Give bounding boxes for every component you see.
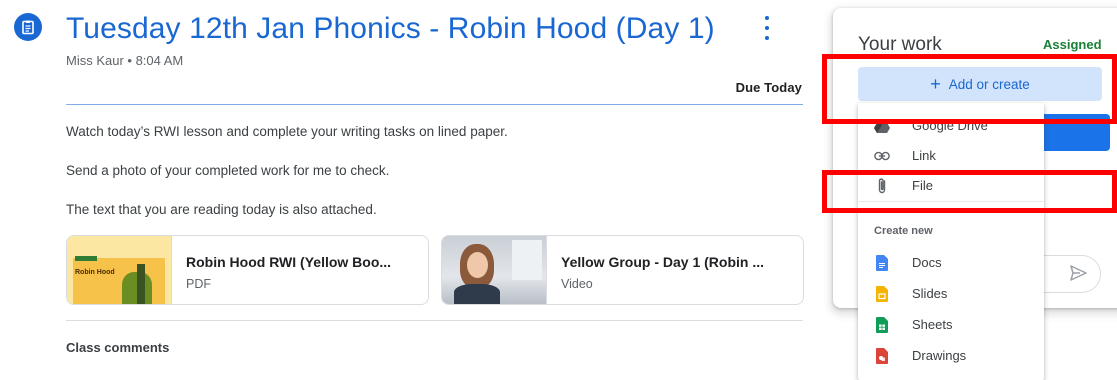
assignment-title: Tuesday 12th Jan Phonics - Robin Hood (D…: [66, 12, 715, 45]
attachment-type: Video: [561, 277, 593, 291]
sheets-icon: [874, 316, 890, 333]
pdf-thumbnail: Robin Hood: [67, 236, 172, 304]
highlight-file-option: [822, 170, 1117, 213]
menu-item-label: Link: [912, 148, 936, 163]
send-icon[interactable]: [1068, 263, 1088, 283]
menu-item-label: Sheets: [912, 317, 953, 332]
due-date: Due Today: [735, 80, 802, 95]
menu-item-link[interactable]: Link: [858, 140, 1044, 171]
attachment-card-video[interactable]: Yellow Group - Day 1 (Robin ... Video: [441, 235, 804, 305]
highlight-add-or-create: [822, 54, 1117, 124]
attachment-title: Robin Hood RWI (Yellow Boo...: [186, 254, 392, 270]
instruction-line-2: Send a photo of your completed work for …: [66, 163, 390, 178]
kebab-dot: [765, 16, 769, 20]
kebab-dot: [765, 36, 769, 40]
menu-item-docs[interactable]: Docs: [858, 247, 1044, 278]
attachment-card-pdf[interactable]: Robin Hood Robin Hood RWI (Yellow Boo...…: [66, 235, 429, 305]
header-divider: [66, 104, 803, 105]
link-icon: [874, 148, 890, 164]
drawings-icon: [874, 347, 890, 364]
video-thumbnail: [442, 236, 547, 304]
attachment-title: Yellow Group - Day 1 (Robin ...: [561, 254, 765, 270]
pdf-thumb-title: Robin Hood: [75, 269, 115, 276]
your-work-heading: Your work: [858, 34, 942, 55]
comments-divider: [66, 320, 803, 321]
menu-item-sheets[interactable]: Sheets: [858, 309, 1044, 340]
assignment-icon: [14, 13, 42, 41]
kebab-dot: [765, 26, 769, 30]
slides-icon: [874, 285, 890, 302]
status-badge: Assigned: [1043, 37, 1102, 52]
docs-icon: [874, 254, 890, 271]
attachment-type: PDF: [186, 277, 211, 291]
assignment-meta: Miss Kaur • 8:04 AM: [66, 53, 184, 68]
menu-item-drawings[interactable]: Drawings: [858, 340, 1044, 371]
menu-item-slides[interactable]: Slides: [858, 278, 1044, 309]
menu-item-label: Slides: [912, 286, 948, 301]
class-comments-heading: Class comments: [66, 340, 170, 355]
instruction-line-1: Watch today’s RWI lesson and complete yo…: [66, 124, 508, 139]
create-new-heading: Create new: [874, 225, 933, 237]
more-options-icon[interactable]: [760, 16, 774, 40]
menu-item-label: Drawings: [912, 348, 967, 363]
instruction-line-3: The text that you are reading today is a…: [66, 202, 377, 217]
menu-item-label: Docs: [912, 255, 942, 270]
